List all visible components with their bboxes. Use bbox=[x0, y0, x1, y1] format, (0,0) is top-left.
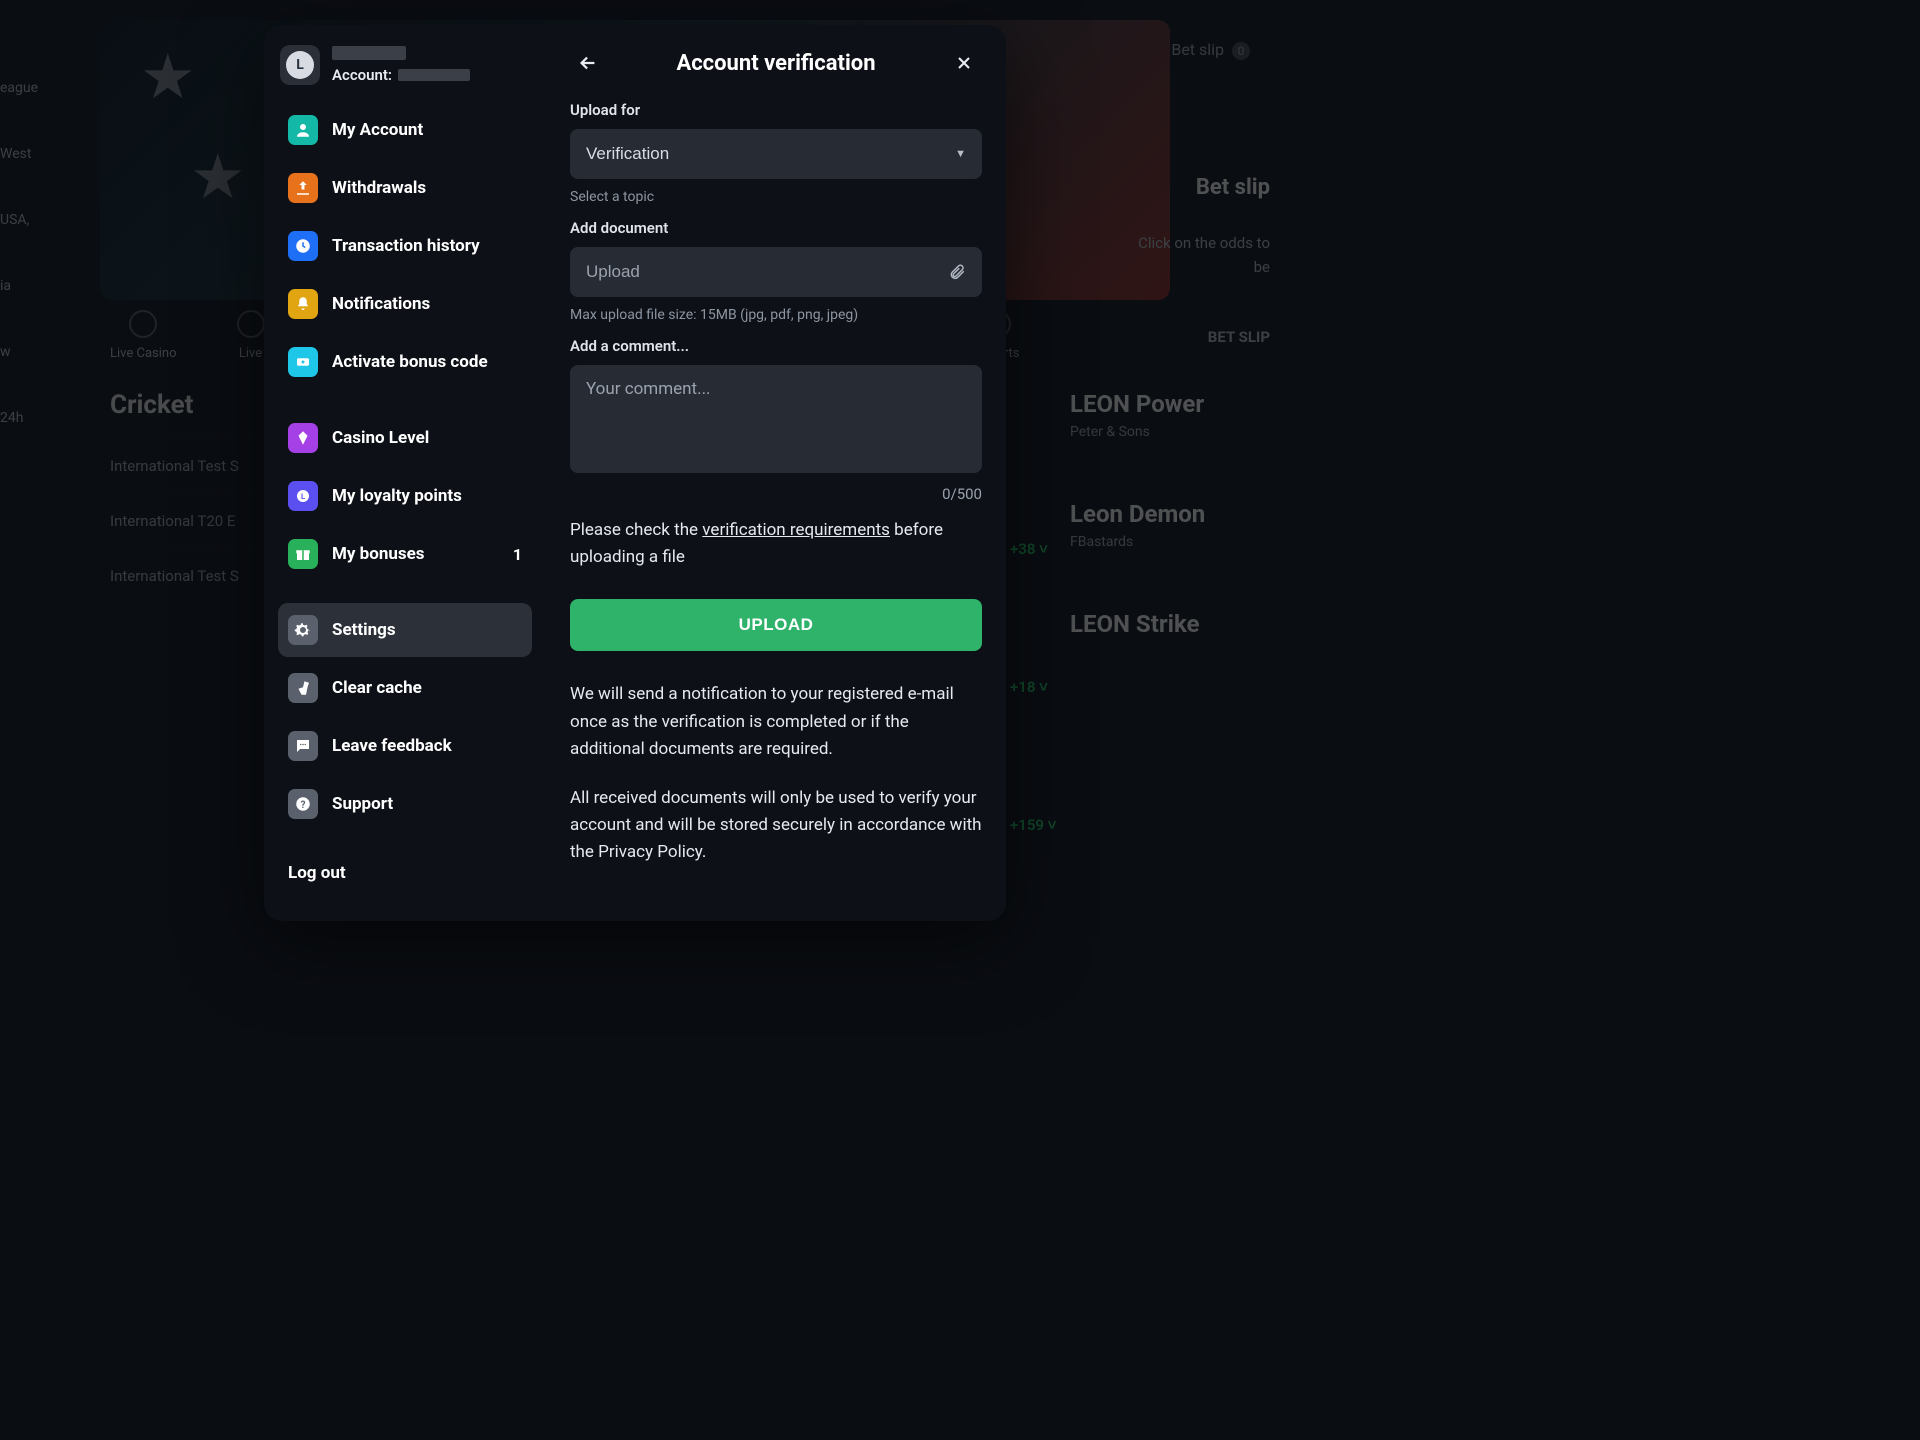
add-comment-label: Add a comment... bbox=[570, 337, 982, 355]
sidebar-item-loyalty-points[interactable]: L My loyalty points bbox=[278, 469, 532, 523]
attachment-icon bbox=[948, 263, 966, 281]
sidebar-item-leave-feedback[interactable]: Leave feedback bbox=[278, 719, 532, 773]
gift-icon bbox=[288, 539, 318, 569]
sidebar-item-support[interactable]: ? Support bbox=[278, 777, 532, 831]
sidebar-item-transaction-history[interactable]: Transaction history bbox=[278, 219, 532, 273]
svg-text:L: L bbox=[301, 492, 305, 501]
sidebar-menu: My Account Withdrawals Transaction history… bbox=[278, 103, 532, 831]
avatar: L bbox=[280, 45, 320, 85]
sidebar-item-label: Activate bonus code bbox=[332, 352, 522, 372]
ticket-icon bbox=[288, 347, 318, 377]
modal-sidebar: L Account: My Account Withdrawals Transact… bbox=[264, 25, 546, 921]
sidebar-item-label: Withdrawals bbox=[332, 178, 522, 198]
clock-icon bbox=[288, 231, 318, 261]
upload-file-input[interactable]: Upload bbox=[570, 247, 982, 297]
sidebar-item-label: Leave feedback bbox=[332, 736, 522, 756]
sidebar-item-casino-level[interactable]: Casino Level bbox=[278, 411, 532, 465]
char-counter: 0/500 bbox=[570, 485, 982, 503]
account-icon bbox=[288, 115, 318, 145]
diamond-icon bbox=[288, 423, 318, 453]
help-icon: ? bbox=[288, 789, 318, 819]
bg-section-title: Cricket bbox=[110, 390, 260, 420]
sidebar-item-my-account[interactable]: My Account bbox=[278, 103, 532, 157]
redacted-account-id bbox=[398, 69, 470, 81]
select-topic-helper: Select a topic bbox=[570, 189, 982, 205]
account-verification-modal: L Account: My Account Withdrawals Transact… bbox=[264, 25, 1006, 921]
chevron-down-icon: ▼ bbox=[955, 148, 966, 160]
chat-icon bbox=[288, 731, 318, 761]
close-icon bbox=[954, 53, 974, 73]
bg-betslip-badge: 0 bbox=[1232, 42, 1250, 60]
sidebar-item-label: Casino Level bbox=[332, 428, 522, 448]
sidebar-item-label: My Account bbox=[332, 120, 522, 140]
select-value: Verification bbox=[586, 144, 669, 164]
sidebar-item-settings[interactable]: Settings bbox=[278, 603, 532, 657]
requirements-text: Please check the verification requiremen… bbox=[570, 517, 982, 571]
sidebar-item-my-bonuses[interactable]: My bonuses 1 bbox=[278, 527, 532, 581]
logout-button[interactable]: Log out bbox=[278, 853, 532, 893]
sidebar-item-badge: 1 bbox=[513, 545, 522, 564]
info-text-2: All received documents will only be used… bbox=[570, 785, 982, 867]
verification-requirements-link[interactable]: verification requirements bbox=[702, 520, 890, 540]
svg-text:?: ? bbox=[301, 800, 306, 811]
upload-icon bbox=[288, 173, 318, 203]
modal-title: Account verification bbox=[676, 51, 875, 76]
avatar-badge-icon: L bbox=[286, 51, 314, 79]
sidebar-item-label: My loyalty points bbox=[332, 486, 522, 506]
back-button[interactable] bbox=[570, 45, 606, 81]
upload-for-label: Upload for bbox=[570, 101, 982, 119]
gear-icon bbox=[288, 615, 318, 645]
bell-icon bbox=[288, 289, 318, 319]
account-header: L Account: bbox=[278, 39, 532, 103]
modal-main: Account verification Upload for Verifica… bbox=[546, 25, 1006, 921]
sidebar-item-label: My bonuses bbox=[332, 544, 499, 564]
add-document-label: Add document bbox=[570, 219, 982, 237]
sidebar-item-notifications[interactable]: Notifications bbox=[278, 277, 532, 331]
sidebar-item-label: Support bbox=[332, 794, 522, 814]
sidebar-item-label: Clear cache bbox=[332, 678, 522, 698]
comment-textarea[interactable] bbox=[570, 365, 982, 473]
sidebar-item-clear-cache[interactable]: Clear cache bbox=[278, 661, 532, 715]
arrow-left-icon bbox=[577, 52, 599, 74]
verification-topic-select[interactable]: Verification ▼ bbox=[570, 129, 982, 179]
sidebar-item-label: Settings bbox=[332, 620, 522, 640]
broom-icon bbox=[288, 673, 318, 703]
sidebar-item-activate-bonus[interactable]: Activate bonus code bbox=[278, 335, 532, 389]
upload-placeholder: Upload bbox=[586, 262, 640, 282]
upload-button[interactable]: UPLOAD bbox=[570, 599, 982, 651]
badge-icon: L bbox=[288, 481, 318, 511]
bg-betslip-label: Bet slip bbox=[1171, 40, 1224, 59]
sidebar-item-label: Notifications bbox=[332, 294, 522, 314]
account-label: Account: bbox=[332, 66, 392, 84]
redacted-username bbox=[332, 46, 406, 60]
sidebar-item-label: Transaction history bbox=[332, 236, 522, 256]
close-button[interactable] bbox=[946, 45, 982, 81]
max-size-helper: Max upload file size: 15MB (jpg, pdf, pn… bbox=[570, 307, 982, 323]
info-text-1: We will send a notification to your regi… bbox=[570, 681, 982, 763]
sidebar-item-withdrawals[interactable]: Withdrawals bbox=[278, 161, 532, 215]
